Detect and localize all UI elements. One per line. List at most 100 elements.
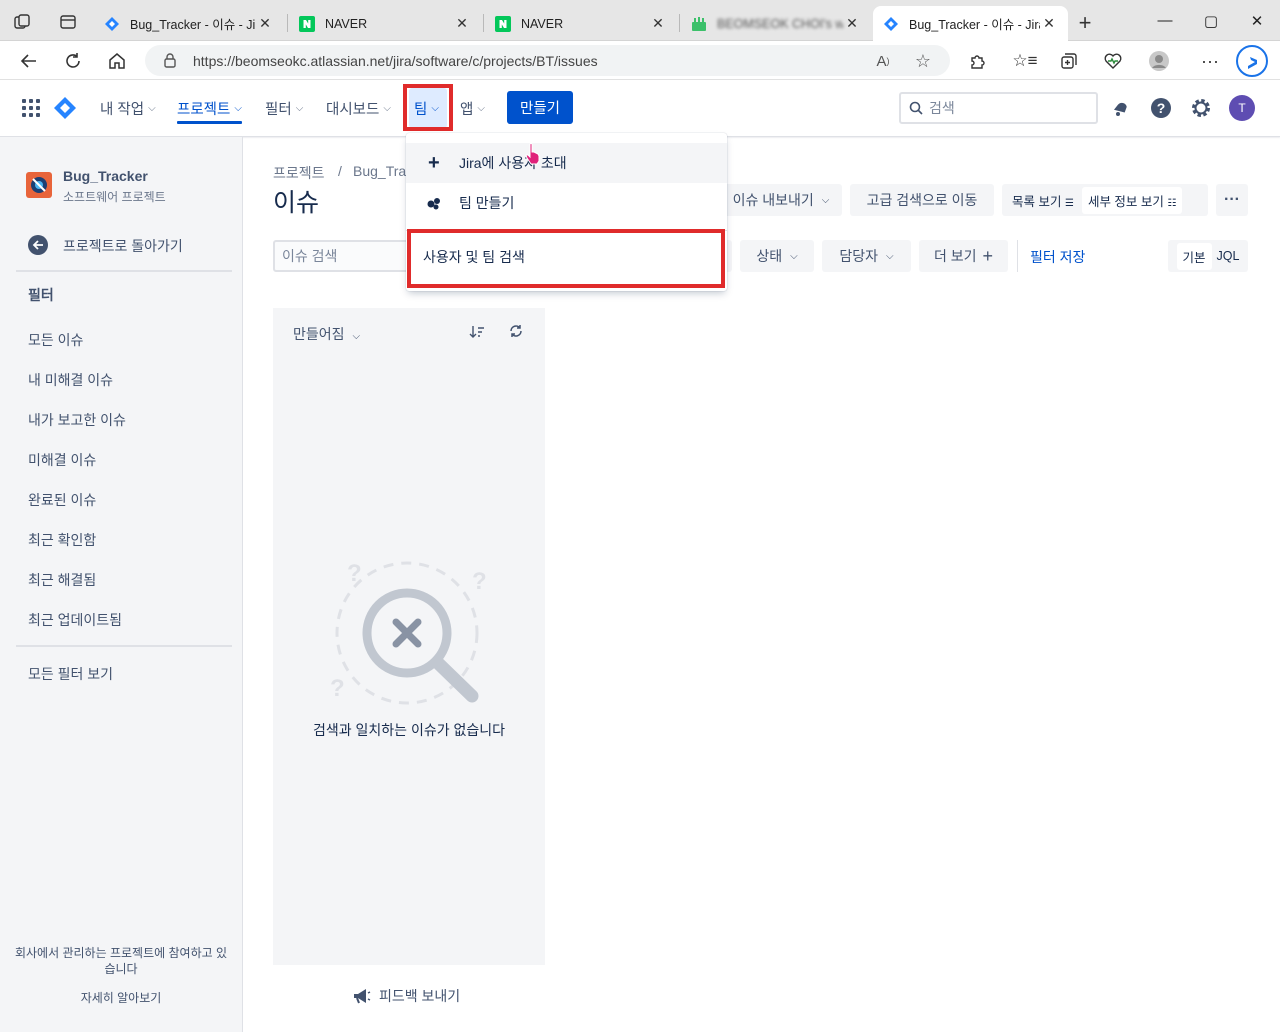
window-close-icon[interactable]: ✕	[1234, 0, 1280, 41]
list-view-button[interactable]: 목록 보기 ☰	[1012, 191, 1074, 210]
assignee-filter-button[interactable]: 담당자 ⌵	[822, 240, 911, 272]
close-icon[interactable]: ✕	[256, 15, 274, 32]
advanced-search-button[interactable]: 고급 검색으로 이동	[850, 184, 994, 216]
workspaces-icon[interactable]	[12, 12, 32, 32]
settings-gear-icon[interactable]	[1187, 94, 1215, 122]
favorites-icon[interactable]: ☆≡	[1009, 46, 1041, 76]
nav-projects[interactable]: 프로젝트 ⌵	[177, 80, 242, 136]
breadcrumb-project[interactable]: Bug_Trac	[353, 163, 413, 179]
profile-avatar-icon[interactable]	[1143, 46, 1175, 76]
read-aloud-icon[interactable]: A)	[871, 49, 895, 73]
jira-logo-icon[interactable]	[53, 96, 77, 120]
browser-tab-2[interactable]: NAVER ✕	[289, 6, 481, 41]
svg-text:?: ?	[1157, 100, 1166, 116]
nav-dashboards[interactable]: 대시보드 ⌵	[326, 80, 391, 136]
learn-more-link[interactable]: 자세히 알아보기	[10, 989, 232, 1006]
nav-label: 내 작업	[100, 101, 145, 118]
chevron-down-icon: ⌵	[234, 102, 242, 114]
chevron-down-icon: ⌵	[477, 102, 485, 114]
basic-mode-button[interactable]: 기본	[1176, 242, 1212, 270]
search-placeholder: 검색	[929, 100, 955, 116]
browser-tab-1[interactable]: Bug_Tracker - 이슈 - Jira ✕	[94, 6, 284, 41]
assignee-label: 담당자	[839, 248, 879, 264]
sidebar-item-viewed-recently[interactable]: 최근 확인함	[28, 530, 96, 550]
sort-by-created-button[interactable]: 만들어짐 ⌵	[293, 324, 360, 344]
send-feedback-button[interactable]: 피드백 보내기	[352, 986, 460, 1006]
global-search-input[interactable]: 검색	[899, 92, 1098, 124]
filters-section-title: 필터	[28, 287, 54, 303]
sidebar-item-updated-recently[interactable]: 최근 업데이트됨	[28, 610, 122, 630]
close-icon[interactable]: ✕	[649, 15, 667, 32]
url-text: https://beomseokc.atlassian.net/jira/sof…	[193, 52, 598, 69]
jql-mode-button[interactable]: JQL	[1217, 249, 1240, 263]
back-to-projects-link[interactable]: 프로젝트로 돌아가기	[63, 236, 183, 256]
chevron-down-icon: ⌵	[821, 194, 830, 206]
feedback-label: 피드백 보내기	[379, 988, 461, 1004]
address-bar[interactable]: https://beomseokc.atlassian.net/jira/sof…	[145, 45, 950, 76]
sidebar-item-all-issues[interactable]: 모든 이슈	[28, 330, 83, 350]
plus-icon: +	[982, 245, 994, 266]
close-icon[interactable]: ✕	[1040, 15, 1058, 32]
detail-view-button[interactable]: 세부 정보 보기 ☷	[1081, 186, 1183, 214]
detail-view-label: 세부 정보 보기	[1087, 194, 1164, 209]
new-tab-icon[interactable]: +	[1072, 10, 1098, 36]
user-avatar[interactable]: T	[1229, 95, 1255, 121]
breadcrumb-separator: /	[338, 163, 342, 179]
refresh-icon[interactable]	[509, 324, 527, 342]
sidebar-item-reported-by-me[interactable]: 내가 보고한 이슈	[28, 410, 126, 430]
app-switcher-icon[interactable]	[22, 99, 40, 117]
nav-label: 프로젝트	[177, 101, 231, 118]
back-arrow-icon	[28, 235, 48, 255]
back-arrow-icon[interactable]	[13, 46, 45, 76]
close-icon[interactable]: ✕	[453, 15, 471, 32]
more-actions-icon[interactable]: ···	[1216, 184, 1248, 216]
maximize-icon[interactable]: ▢	[1188, 0, 1234, 41]
chevron-down-icon: ⌵	[383, 102, 391, 114]
help-icon[interactable]: ?	[1147, 94, 1175, 122]
favorite-star-icon[interactable]: ☆	[911, 49, 935, 73]
bing-icon[interactable]	[1235, 44, 1269, 78]
search-mode-toggle: 기본 JQL	[1168, 240, 1248, 272]
browser-tab-3[interactable]: NAVER ✕	[485, 6, 677, 41]
status-filter-button[interactable]: 상태 ⌵	[740, 240, 814, 272]
collections-icon[interactable]	[1053, 46, 1085, 76]
browser-tab-active[interactable]: Bug_Tracker - 이슈 - Jira ✕	[873, 6, 1068, 41]
notifications-icon[interactable]	[1107, 94, 1135, 122]
chevron-down-icon: ⌵	[295, 102, 304, 114]
more-filters-button[interactable]: 더 보기 +	[919, 240, 1008, 272]
browser-tab-4[interactable]: BEOMSEOK CHOI's wait ✕	[681, 6, 871, 41]
minimize-icon[interactable]: —	[1142, 0, 1188, 41]
menu-item-create-team[interactable]: 팀 만들기	[406, 183, 727, 223]
nav-apps[interactable]: 앱 ⌵	[460, 80, 485, 136]
issue-search-input[interactable]: 이슈 검색	[273, 240, 413, 272]
wait-icon	[692, 16, 706, 31]
sidebar-item-open-issues[interactable]: 미해결 이슈	[28, 450, 96, 470]
sidebar-item-resolved-recently[interactable]: 최근 해결됨	[28, 570, 96, 590]
create-button[interactable]: 만들기	[507, 91, 573, 124]
sort-order-icon[interactable]	[469, 324, 487, 342]
menu-item-invite-users[interactable]: + Jira에 사용자 초대	[406, 143, 727, 183]
save-filter-link[interactable]: 필터 저장	[1030, 247, 1085, 267]
breadcrumb-projects[interactable]: 프로젝트	[273, 163, 325, 183]
sidebar-item-done-issues[interactable]: 완료된 이슈	[28, 490, 96, 510]
tab-title: NAVER	[325, 16, 368, 31]
naver-icon	[299, 15, 315, 32]
export-issues-button[interactable]: 이슈 내보내기 ⌵	[720, 184, 842, 216]
sidebar-item-my-open-issues[interactable]: 내 미해결 이슈	[28, 370, 113, 390]
lock-icon	[164, 53, 176, 68]
home-icon[interactable]	[101, 46, 133, 76]
browser-essentials-icon[interactable]	[1097, 46, 1129, 76]
tab-actions-icon[interactable]	[58, 12, 78, 32]
more-menu-icon[interactable]: ···	[1194, 46, 1226, 76]
svg-text:?: ?	[472, 568, 487, 595]
refresh-icon[interactable]	[57, 46, 89, 76]
highlight-box-search-people	[407, 229, 725, 288]
divider	[1017, 240, 1018, 272]
extensions-icon[interactable]	[961, 46, 993, 76]
project-name[interactable]: Bug_Tracker	[63, 168, 148, 184]
sidebar-item-view-all-filters[interactable]: 모든 필터 보기	[28, 664, 113, 684]
tab-title: Bug_Tracker - 이슈 - Jira	[130, 18, 256, 32]
nav-filters[interactable]: 필터 ⌵	[265, 80, 303, 136]
nav-my-work[interactable]: 내 작업 ⌵	[100, 80, 156, 136]
close-icon[interactable]: ✕	[843, 15, 861, 32]
